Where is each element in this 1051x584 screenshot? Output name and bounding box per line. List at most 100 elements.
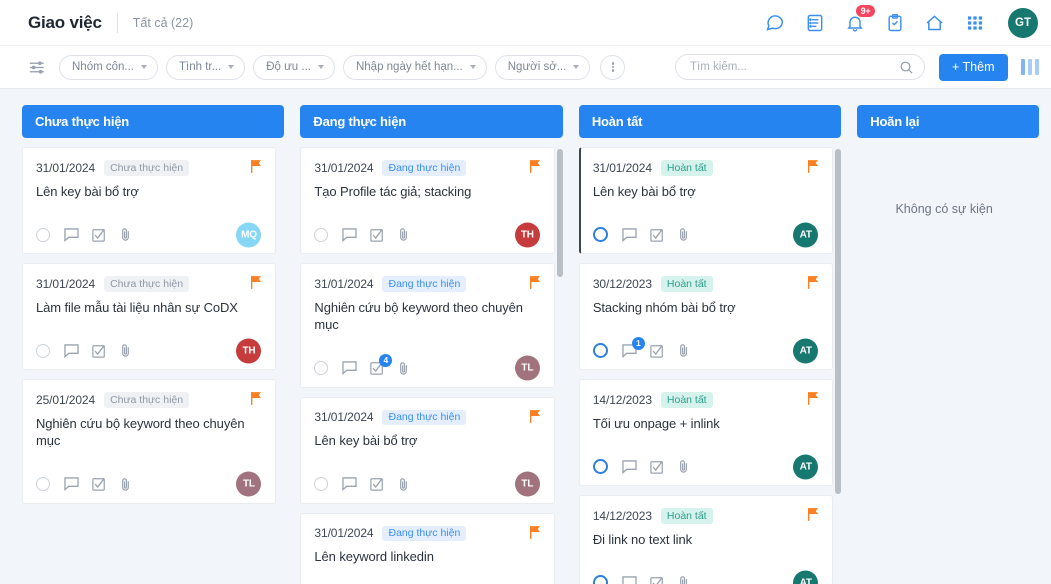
- complete-toggle-icon[interactable]: [314, 477, 329, 492]
- column-body-doing[interactable]: 31/01/2024 Đang thực hiện Tạo Profile tá…: [300, 147, 563, 584]
- column-header-postponed[interactable]: Hoãn lại: [857, 105, 1040, 138]
- avatar[interactable]: TL: [514, 355, 540, 381]
- column-header-doing[interactable]: Đang thực hiện: [300, 105, 563, 138]
- complete-toggle-icon[interactable]: [36, 227, 50, 242]
- priority-flag-icon[interactable]: [808, 276, 819, 289]
- notes-icon[interactable]: [803, 11, 826, 34]
- comment-icon[interactable]: [342, 227, 358, 242]
- checklist-icon[interactable]: 4: [370, 354, 393, 375]
- avatar[interactable]: AT: [793, 454, 819, 480]
- avatar[interactable]: TL: [236, 471, 262, 497]
- comment-icon[interactable]: [622, 575, 637, 584]
- priority-flag-icon[interactable]: [529, 409, 541, 423]
- clipboard-check-icon[interactable]: [883, 11, 906, 34]
- task-card[interactable]: 14/12/2023 Hoàn tất Đi link no text link: [578, 495, 834, 584]
- attachment-icon[interactable]: [119, 477, 132, 492]
- attachment-icon[interactable]: [119, 227, 132, 242]
- column-body-postponed[interactable]: Không có sự kiện: [857, 147, 1039, 584]
- filter-duedate[interactable]: Nhập ngày hết hạn...: [342, 54, 487, 80]
- task-card[interactable]: 14/12/2023 Hoàn tất Tối ưu onpage + inli…: [578, 379, 834, 487]
- complete-toggle-icon[interactable]: [592, 459, 608, 475]
- checklist-icon[interactable]: [370, 228, 384, 242]
- attachment-icon[interactable]: [119, 343, 132, 358]
- column-scrollbar-thumb[interactable]: [835, 149, 842, 494]
- filter-settings-icon[interactable]: [25, 56, 49, 78]
- attachment-icon[interactable]: [397, 227, 410, 242]
- complete-toggle-icon[interactable]: [592, 575, 608, 584]
- complete-toggle-icon[interactable]: [36, 477, 50, 492]
- checklist-icon[interactable]: [92, 228, 106, 242]
- task-card[interactable]: 30/12/2023 Hoàn tất Stacking nhóm bài bổ…: [578, 263, 834, 371]
- avatar[interactable]: MQ: [236, 222, 262, 248]
- checklist-icon[interactable]: [650, 344, 664, 358]
- complete-toggle-icon[interactable]: [592, 227, 608, 243]
- comment-icon[interactable]: [64, 343, 79, 358]
- attachment-icon[interactable]: [677, 459, 690, 474]
- comment-icon[interactable]: [342, 361, 358, 376]
- attachment-icon[interactable]: [397, 477, 410, 492]
- comment-icon[interactable]: [622, 459, 637, 474]
- filter-group[interactable]: Nhóm côn...: [59, 54, 158, 80]
- home-icon[interactable]: [923, 11, 946, 34]
- column-scrollbar-track[interactable]: [835, 147, 842, 584]
- attachment-icon[interactable]: [677, 227, 690, 242]
- column-header-done[interactable]: Hoàn tất: [578, 105, 842, 138]
- complete-toggle-icon[interactable]: [36, 343, 50, 358]
- avatar[interactable]: AT: [793, 338, 819, 364]
- column-body-todo[interactable]: 31/01/2024 Chưa thực hiện Lên key bài bổ…: [22, 147, 284, 584]
- priority-flag-icon[interactable]: [529, 525, 541, 539]
- filter-owner[interactable]: Người sở...: [494, 54, 591, 80]
- priority-flag-icon[interactable]: [808, 160, 819, 173]
- comment-icon[interactable]: [622, 227, 637, 242]
- avatar[interactable]: TL: [514, 471, 540, 497]
- priority-flag-icon[interactable]: [808, 508, 819, 522]
- filter-priority[interactable]: Độ ưu ...: [253, 54, 335, 80]
- checklist-icon[interactable]: [92, 344, 106, 358]
- more-options-button[interactable]: [600, 54, 626, 80]
- task-card[interactable]: 31/01/2024 Đang thực hiện Lên key bài bổ…: [300, 396, 555, 504]
- comment-icon[interactable]: [342, 477, 358, 492]
- attachment-icon[interactable]: [397, 361, 410, 376]
- task-card[interactable]: 31/01/2024 Chưa thực hiện Làm file mẫu t…: [22, 263, 277, 371]
- checklist-icon[interactable]: [650, 460, 664, 474]
- add-button[interactable]: + Thêm: [939, 53, 1008, 81]
- user-avatar[interactable]: GT: [1008, 7, 1038, 38]
- task-card[interactable]: 31/01/2024 Đang thực hiện Nghiên cứu bộ …: [300, 263, 555, 388]
- priority-flag-icon[interactable]: [251, 276, 262, 289]
- apps-grid-icon[interactable]: [963, 11, 986, 34]
- comment-icon[interactable]: [64, 477, 79, 492]
- avatar[interactable]: AT: [793, 222, 819, 248]
- priority-flag-icon[interactable]: [529, 160, 541, 173]
- checklist-icon[interactable]: [370, 477, 384, 491]
- search-icon[interactable]: [899, 60, 914, 75]
- complete-toggle-icon[interactable]: [592, 343, 608, 359]
- column-scrollbar-thumb[interactable]: [556, 149, 563, 277]
- filter-status[interactable]: Tình tr...: [166, 54, 246, 80]
- checklist-icon[interactable]: [92, 477, 106, 491]
- comment-icon[interactable]: 1: [622, 336, 645, 358]
- complete-toggle-icon[interactable]: [314, 361, 329, 376]
- comment-icon[interactable]: [64, 227, 79, 242]
- chat-icon[interactable]: [763, 11, 786, 34]
- avatar[interactable]: TH: [514, 222, 540, 248]
- task-card[interactable]: 31/01/2024 Hoàn tất Lên key bài bổ trợ A…: [578, 147, 834, 255]
- complete-toggle-icon[interactable]: [314, 227, 329, 242]
- priority-flag-icon[interactable]: [251, 160, 262, 173]
- checklist-icon[interactable]: [650, 576, 664, 584]
- board-view-icon[interactable]: [1020, 59, 1039, 75]
- column-scrollbar-track[interactable]: [556, 147, 563, 584]
- task-card[interactable]: 31/01/2024 Đang thực hiện Lên keyword li…: [300, 512, 555, 584]
- attachment-icon[interactable]: [677, 575, 690, 584]
- priority-flag-icon[interactable]: [529, 276, 541, 289]
- task-card[interactable]: 31/01/2024 Đang thực hiện Tạo Profile tá…: [300, 147, 555, 255]
- checklist-icon[interactable]: [650, 228, 664, 242]
- task-card[interactable]: 25/01/2024 Chưa thực hiện Nghiên cứu bộ …: [22, 379, 277, 504]
- priority-flag-icon[interactable]: [251, 392, 262, 406]
- search-input[interactable]: [690, 61, 899, 73]
- column-body-done[interactable]: 31/01/2024 Hoàn tất Lên key bài bổ trợ A…: [578, 147, 842, 584]
- bell-icon[interactable]: 9+: [843, 5, 875, 34]
- search-box[interactable]: [675, 54, 925, 80]
- attachment-icon[interactable]: [677, 343, 690, 358]
- task-card[interactable]: 31/01/2024 Chưa thực hiện Lên key bài bổ…: [22, 147, 277, 255]
- avatar[interactable]: TH: [236, 338, 262, 364]
